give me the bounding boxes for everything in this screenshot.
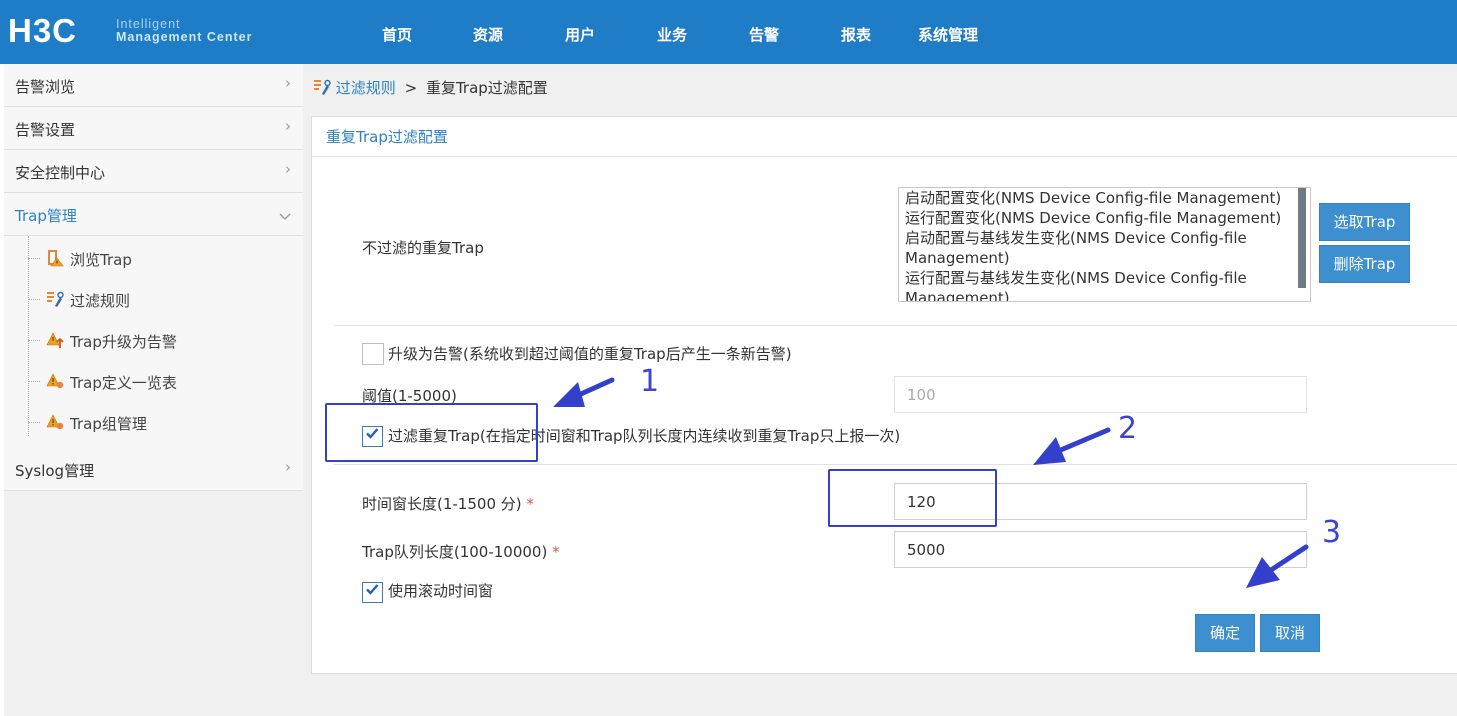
product-name: Intelligent Management Center (116, 18, 252, 44)
sidebar-item-trap-definitions[interactable]: Trap定义一览表 (28, 369, 298, 395)
sidebar-item-label: 告警浏览 (15, 78, 76, 96)
tree-dash (28, 381, 40, 382)
sidebar-item-label: Trap升级为告警 (70, 333, 177, 351)
browse-trap-icon (46, 249, 64, 267)
warning-icon (46, 413, 64, 431)
rolling-window-checkbox[interactable] (362, 582, 383, 603)
list-scrollbar[interactable] (1298, 188, 1306, 288)
breadcrumb-link-filter-rule[interactable]: 过滤规则 (336, 79, 396, 97)
list-item[interactable]: 启动配置与基线发生变化(NMS Device Config-file Manag… (899, 228, 1310, 268)
ok-button[interactable]: 确定 (1195, 614, 1255, 652)
annotation-number-2: 2 (1118, 411, 1138, 446)
sidebar-item-label: 安全控制中心 (15, 164, 106, 182)
nav-user[interactable]: 用户 (565, 24, 595, 45)
nav-resource[interactable]: 资源 (473, 24, 503, 45)
annotation-box-1 (325, 403, 538, 462)
main-content: 过滤规则 > 重复Trap过滤配置 重复Trap过滤配置 不过滤的重复Trap … (303, 64, 1457, 716)
check-icon (366, 584, 379, 595)
nav-system[interactable]: 系统管理 (918, 24, 978, 45)
divider (334, 464, 1457, 465)
tree-dash (28, 258, 40, 259)
nav-service[interactable]: 业务 (657, 24, 687, 45)
sidebar-item-label: 过滤规则 (70, 292, 131, 310)
select-trap-button[interactable]: 选取Trap (1319, 203, 1410, 241)
sidebar-item-security-center[interactable]: 安全控制中心 › (4, 150, 303, 193)
annotation-box-2 (828, 469, 997, 527)
sidebar-item-browse-trap[interactable]: 浏览Trap (28, 246, 298, 272)
required-mark: * (552, 543, 560, 561)
chevron-right-icon: › (285, 74, 291, 92)
top-navigation-bar: H3C Intelligent Management Center 首页 资源 … (0, 0, 1457, 64)
sidebar-item-syslog-management[interactable]: Syslog管理 › (4, 448, 303, 491)
upgrade-alarm-checkbox[interactable] (362, 343, 384, 365)
annotation-number-3: 3 (1322, 515, 1342, 550)
repeat-trap-filter-panel: 重复Trap过滤配置 不过滤的重复Trap 启动配置变化(NMS Device … (311, 116, 1457, 674)
sidebar-item-label: Trap管理 (15, 207, 77, 225)
warning-icon (46, 372, 64, 390)
queue-length-label: Trap队列长度(100-10000) * (362, 541, 560, 562)
product-name-line2b: Center (206, 30, 253, 44)
queue-length-input[interactable]: 5000 (894, 531, 1307, 568)
sidebar-item-filter-rule[interactable]: 过滤规则 (28, 287, 298, 313)
nav-report[interactable]: 报表 (841, 24, 871, 45)
product-name-line2a: Management (116, 30, 203, 44)
filter-rule-icon (313, 78, 331, 96)
divider (334, 325, 1457, 326)
panel-title: 重复Trap过滤配置 (326, 128, 448, 146)
nav-home[interactable]: 首页 (382, 24, 412, 45)
sidebar-item-label: 浏览Trap (70, 251, 132, 269)
rolling-window-label: 使用滚动时间窗 (388, 582, 494, 600)
threshold-input[interactable]: 100 (894, 376, 1307, 413)
cancel-button[interactable]: 取消 (1260, 614, 1320, 652)
list-item[interactable]: 启动配置变化(NMS Device Config-file Management… (899, 188, 1310, 208)
sidebar-item-label: 告警设置 (15, 121, 76, 139)
delete-trap-button[interactable]: 删除Trap (1319, 245, 1410, 283)
h3c-logo: H3C (8, 12, 78, 49)
sidebar-item-alarm-browse[interactable]: 告警浏览 › (4, 64, 303, 107)
annotation-number-1: 1 (640, 364, 660, 399)
tree-dash (28, 340, 40, 341)
time-window-label-text: 时间窗长度(1-1500 分) (362, 495, 522, 513)
sidebar: 告警浏览 › 告警设置 › 安全控制中心 › Trap管理 浏览Trap 过滤规 (4, 64, 303, 716)
panel-header: 重复Trap过滤配置 (312, 117, 1457, 157)
sidebar-item-trap-management[interactable]: Trap管理 (4, 193, 303, 236)
tree-dash (28, 422, 40, 423)
chevron-down-icon (279, 207, 291, 225)
queue-length-label-text: Trap队列长度(100-10000) (362, 543, 548, 561)
breadcrumb-current: 重复Trap过滤配置 (425, 79, 548, 97)
sidebar-item-label: Trap定义一览表 (70, 374, 177, 392)
upgrade-alarm-icon (46, 331, 64, 349)
sidebar-item-trap-upgrade[interactable]: Trap升级为告警 (28, 328, 298, 354)
list-item[interactable]: 运行配置变化(NMS Device Config-file Management… (899, 208, 1310, 228)
sidebar-item-label: Trap组管理 (70, 415, 147, 433)
nav-alarm[interactable]: 告警 (749, 24, 779, 45)
unfiltered-trap-label: 不过滤的重复Trap (362, 239, 484, 257)
sidebar-item-label: Syslog管理 (15, 462, 95, 480)
list-item[interactable]: 运行配置与基线发生变化(NMS Device Config-file Manag… (899, 268, 1310, 301)
tree-dash (28, 299, 40, 300)
sidebar-item-trap-groups[interactable]: Trap组管理 (28, 410, 298, 436)
trap-submenu: 浏览Trap 过滤规则 Trap升级为告警 Trap定义一览表 Trap组管理 (4, 236, 303, 448)
upgrade-alarm-label: 升级为告警(系统收到超过阈值的重复Trap后产生一条新告警) (388, 345, 792, 363)
chevron-right-icon: › (285, 160, 291, 178)
time-window-label: 时间窗长度(1-1500 分) * (362, 493, 534, 514)
breadcrumb-separator: > (404, 79, 418, 97)
filter-rule-icon (46, 290, 64, 308)
unfiltered-trap-list[interactable]: 启动配置变化(NMS Device Config-file Management… (898, 187, 1311, 302)
sidebar-item-alarm-settings[interactable]: 告警设置 › (4, 107, 303, 150)
chevron-right-icon: › (285, 117, 291, 135)
breadcrumb: 过滤规则 > 重复Trap过滤配置 (313, 77, 548, 98)
required-mark: * (526, 495, 534, 513)
chevron-right-icon: › (285, 458, 291, 476)
